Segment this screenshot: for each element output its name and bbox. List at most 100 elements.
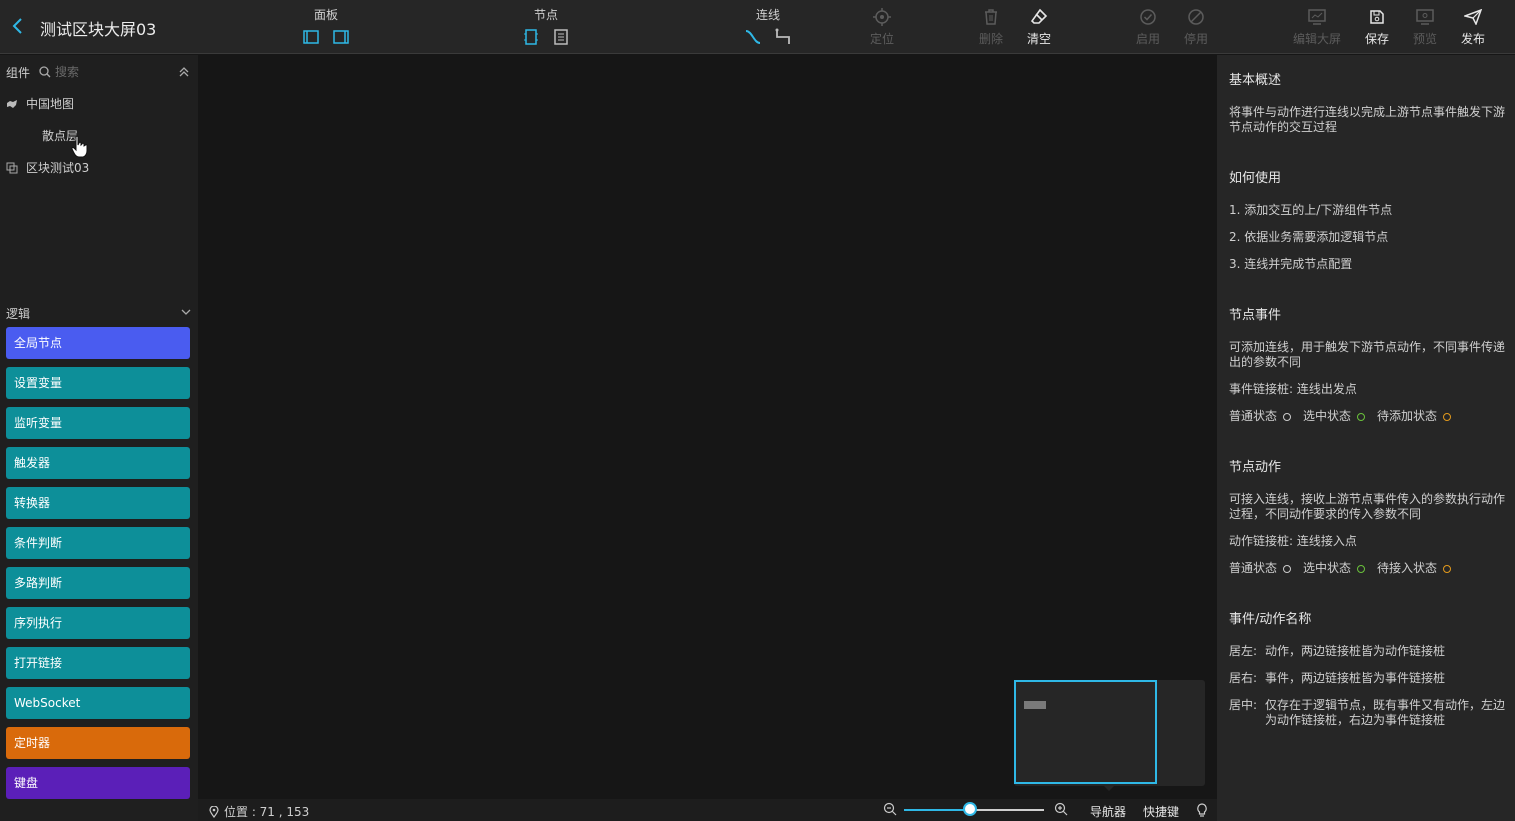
- actions-text: 可接入连线，接收上游节点事件传入的参数执行动作过程，不同动作要求的传入参数不同: [1229, 492, 1506, 521]
- disable-button[interactable]: 停用: [1176, 7, 1216, 47]
- selected-state-dot: [1357, 412, 1366, 421]
- right-panel-toggle-icon[interactable]: [331, 27, 351, 47]
- state-label: 普通状态: [1229, 561, 1278, 575]
- logic-node-button[interactable]: 全局节点: [6, 327, 190, 359]
- locate-label: 定位: [869, 32, 894, 46]
- components-title: 组件: [6, 65, 31, 80]
- clear-button[interactable]: 清空: [1019, 7, 1059, 47]
- clear-label: 清空: [1026, 32, 1051, 46]
- name-rule-value: 仅存在于逻辑节点，既有事件又有动作，左边为动作链接桩，右边为事件链接桩: [1265, 698, 1506, 727]
- trash-icon: [979, 7, 1003, 27]
- navigator-minimap[interactable]: [1014, 680, 1205, 791]
- logic-node-button[interactable]: 设置变量: [6, 367, 190, 399]
- check-circle-icon: [1136, 7, 1160, 27]
- logic-node-button[interactable]: 条件判断: [6, 527, 190, 559]
- overview-title: 基本概述: [1229, 73, 1282, 88]
- logic-node-button[interactable]: 打开链接: [6, 647, 190, 679]
- delete-button[interactable]: 删除: [971, 7, 1011, 47]
- names-title: 事件/动作名称: [1229, 612, 1312, 627]
- preview-label: 预览: [1412, 32, 1437, 46]
- curve-line-icon[interactable]: [743, 27, 763, 47]
- help-panel: 基本概述 将事件与动作进行连线以完成上游节点事件触发下游节点动作的交互过程 如何…: [1217, 55, 1515, 821]
- component-search-input[interactable]: [55, 65, 166, 79]
- zoom-in-icon[interactable]: [1054, 802, 1068, 816]
- chevron-down-icon[interactable]: [180, 306, 192, 321]
- logic-node-button[interactable]: 键盘: [6, 767, 190, 799]
- enable-button[interactable]: 启用: [1128, 7, 1168, 47]
- eraser-icon: [1027, 7, 1051, 27]
- name-rule: 居中: 仅存在于逻辑节点，既有事件又有动作，左边为动作链接桩，右边为事件链接桩: [1229, 698, 1507, 728]
- normal-state-dot: [1283, 564, 1292, 573]
- chevron-double-up-icon[interactable]: [178, 66, 190, 78]
- zoom-slider-thumb[interactable]: [962, 802, 977, 816]
- logic-node-button[interactable]: 触发器: [6, 447, 190, 479]
- edit-screen-button[interactable]: 编辑大屏: [1289, 7, 1345, 47]
- logic-node-button[interactable]: 定时器: [6, 727, 190, 759]
- page-title: 测试区块大屏03: [40, 20, 157, 39]
- monitor-chart-icon: [1305, 7, 1329, 27]
- state-label: 选中状态: [1303, 561, 1352, 575]
- tree-item-label: 区块测试03: [26, 161, 90, 175]
- left-panel-toggle-icon[interactable]: [301, 27, 321, 47]
- state-label: 待接入状态: [1377, 561, 1438, 575]
- left-panel: 组件 中国地图 散点层 区块测试03 逻辑 全局节点设置变量监听变量触发器转换器…: [0, 55, 198, 821]
- minimap-viewport[interactable]: [1014, 680, 1157, 784]
- selected-state-dot: [1357, 564, 1366, 573]
- line-group-label: 连线: [755, 8, 780, 22]
- node-card-icon[interactable]: [521, 27, 541, 47]
- name-rule-key: 居左:: [1229, 644, 1258, 658]
- edit-screen-label: 编辑大屏: [1292, 32, 1341, 46]
- search-icon: [39, 66, 51, 78]
- name-rule-key: 居右:: [1229, 671, 1258, 685]
- logic-node-button[interactable]: 多路判断: [6, 567, 190, 599]
- preview-button[interactable]: 预览: [1405, 7, 1445, 47]
- top-toolbar: 测试区块大屏03 面板 节点 连线 定位 删除 清空 启用 停用 编辑大屏 保存…: [0, 0, 1515, 54]
- logic-node-button[interactable]: 序列执行: [6, 607, 190, 639]
- node-group-label: 节点: [533, 8, 558, 22]
- publish-label: 发布: [1460, 32, 1485, 46]
- tree-item-china-map[interactable]: 中国地图: [6, 95, 74, 112]
- save-label: 保存: [1364, 32, 1389, 46]
- name-rule: 居左: 动作，两边链接桩皆为动作链接桩: [1229, 644, 1507, 659]
- navigator-button[interactable]: 导航器: [1090, 803, 1126, 820]
- locate-button[interactable]: 定位: [862, 7, 902, 47]
- panel-group: 面板: [298, 7, 354, 47]
- actions-anchor: 动作链接桩: 连线接入点: [1229, 534, 1357, 548]
- lightbulb-icon[interactable]: [1196, 803, 1208, 817]
- components-header: 组件: [6, 64, 192, 80]
- preview-eye-icon: [1413, 7, 1437, 27]
- normal-state-dot: [1283, 412, 1292, 421]
- events-title: 节点事件: [1229, 308, 1282, 323]
- tree-item-block-test[interactable]: 区块测试03: [6, 159, 89, 176]
- state-label: 选中状态: [1303, 409, 1352, 423]
- zoom-slider-fill: [904, 809, 970, 811]
- logic-node-button[interactable]: 监听变量: [6, 407, 190, 439]
- flow-canvas[interactable]: [198, 55, 1217, 799]
- position-readout: 位置 : 71 , 153: [208, 803, 309, 820]
- state-label: 待添加状态: [1377, 409, 1438, 423]
- node-list-icon[interactable]: [551, 27, 571, 47]
- howto-title: 如何使用: [1229, 171, 1282, 186]
- logic-node-button[interactable]: 转换器: [6, 487, 190, 519]
- location-pin-icon: [208, 804, 220, 818]
- orthogonal-line-icon[interactable]: [773, 27, 793, 47]
- back-arrow-icon[interactable]: [8, 15, 28, 37]
- zoom-out-icon[interactable]: [883, 802, 897, 816]
- publish-button[interactable]: 发布: [1453, 7, 1493, 47]
- pending-state-dot: [1443, 412, 1452, 421]
- shortcuts-button[interactable]: 快捷键: [1143, 803, 1179, 820]
- logic-header[interactable]: 逻辑: [6, 305, 192, 321]
- disable-label: 停用: [1183, 32, 1208, 46]
- delete-label: 删除: [978, 32, 1003, 46]
- panel-group-label: 面板: [313, 8, 338, 22]
- save-button[interactable]: 保存: [1357, 7, 1397, 47]
- events-anchor: 事件链接桩: 连线出发点: [1229, 382, 1357, 396]
- node-group: 节点: [518, 7, 574, 47]
- map-icon: [6, 98, 18, 110]
- enable-label: 启用: [1135, 32, 1160, 46]
- minimap-node: [1024, 701, 1046, 709]
- logic-node-button[interactable]: WebSocket: [6, 687, 190, 719]
- state-label: 普通状态: [1229, 409, 1278, 423]
- howto-step: 3. 连线并完成节点配置: [1229, 257, 1353, 271]
- tree-item-label: 中国地图: [26, 97, 75, 111]
